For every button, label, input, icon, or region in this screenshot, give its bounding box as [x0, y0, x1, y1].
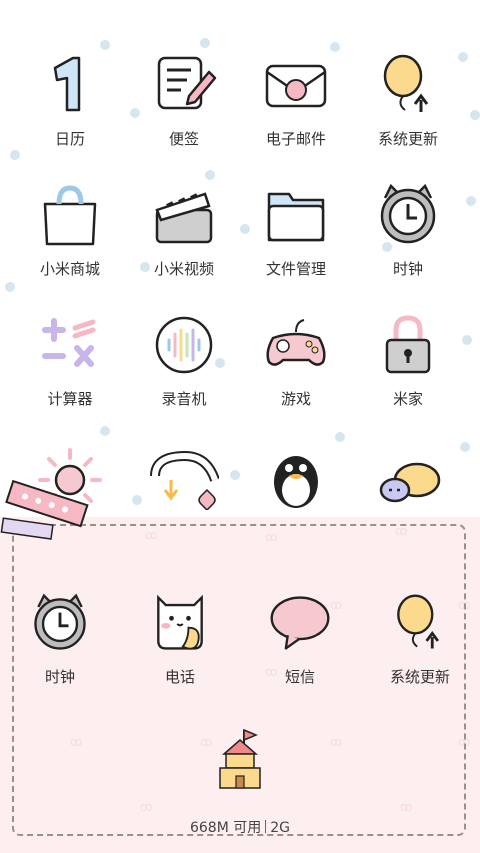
app-label: 小米商城	[39, 260, 100, 278]
chat-bubbles-icon	[379, 462, 441, 503]
memory-status[interactable]: 668M 可用 2G	[0, 817, 480, 837]
castle-cleaner-icon[interactable]	[214, 726, 266, 792]
update-balloon-icon	[397, 594, 440, 649]
email-icon	[265, 64, 327, 108]
app-clock[interactable]: 时钟	[348, 170, 468, 300]
folder-icon	[267, 192, 325, 242]
dock-app-messages[interactable]: 短信	[240, 590, 360, 700]
app-notes[interactable]: 便签	[124, 40, 244, 170]
clock-icon	[380, 183, 436, 244]
dock-app-phone[interactable]: 电话	[120, 590, 240, 700]
app-label: 米家	[392, 390, 423, 408]
lock-icon	[385, 315, 431, 374]
notes-icon	[157, 56, 217, 110]
app-email[interactable]: 电子邮件	[236, 40, 356, 170]
app-file-manager[interactable]: 文件管理	[236, 170, 356, 300]
dock-app-label: 短信	[284, 668, 315, 686]
gamepad-icon	[266, 319, 326, 366]
clock-icon	[34, 593, 86, 650]
dock-app-label: 时钟	[44, 668, 75, 686]
message-bubble-icon	[270, 596, 330, 650]
app-label: 文件管理	[265, 260, 326, 278]
app-label: 便签	[168, 130, 199, 148]
phone-cat-icon	[157, 594, 203, 650]
calendar-icon	[53, 56, 81, 112]
separator	[265, 820, 267, 833]
rainbow-download-icon	[150, 450, 219, 510]
dock-app-label: 系统更新	[389, 668, 450, 686]
recorder-icon	[155, 316, 213, 374]
washi-tape-decoration	[0, 479, 89, 540]
app-system-update[interactable]: 系统更新	[348, 40, 468, 170]
app-label: 时钟	[392, 260, 423, 278]
clapperboard-icon	[155, 192, 213, 244]
memory-available: 668M 可用	[189, 820, 262, 836]
dock-app-label: 电话	[164, 668, 195, 686]
app-label: 计算器	[47, 390, 93, 408]
dock-app-clock[interactable]: 时钟	[0, 590, 120, 700]
app-mijia[interactable]: 米家	[348, 300, 468, 430]
app-label: 小米视频	[153, 260, 214, 278]
app-label: 系统更新	[377, 130, 438, 148]
penguin-icon	[274, 456, 318, 508]
app-game[interactable]: 游戏	[236, 300, 356, 430]
network-type: 2G	[270, 820, 291, 836]
app-label: 录音机	[161, 390, 207, 408]
app-mi-store[interactable]: 小米商城	[10, 170, 130, 300]
app-calendar[interactable]: 日历	[10, 40, 130, 170]
calculator-icon	[42, 318, 96, 367]
app-label: 日历	[54, 130, 85, 148]
dock-app-system-update[interactable]: 系统更新	[360, 590, 480, 700]
app-recorder[interactable]: 录音机	[124, 300, 244, 430]
app-label: 游戏	[280, 390, 311, 408]
app-calculator[interactable]: 计算器	[10, 300, 130, 430]
update-balloon-icon	[383, 54, 429, 112]
app-label: 电子邮件	[265, 130, 326, 148]
app-mi-video[interactable]: 小米视频	[124, 170, 244, 300]
shopping-bag-icon	[43, 185, 97, 246]
